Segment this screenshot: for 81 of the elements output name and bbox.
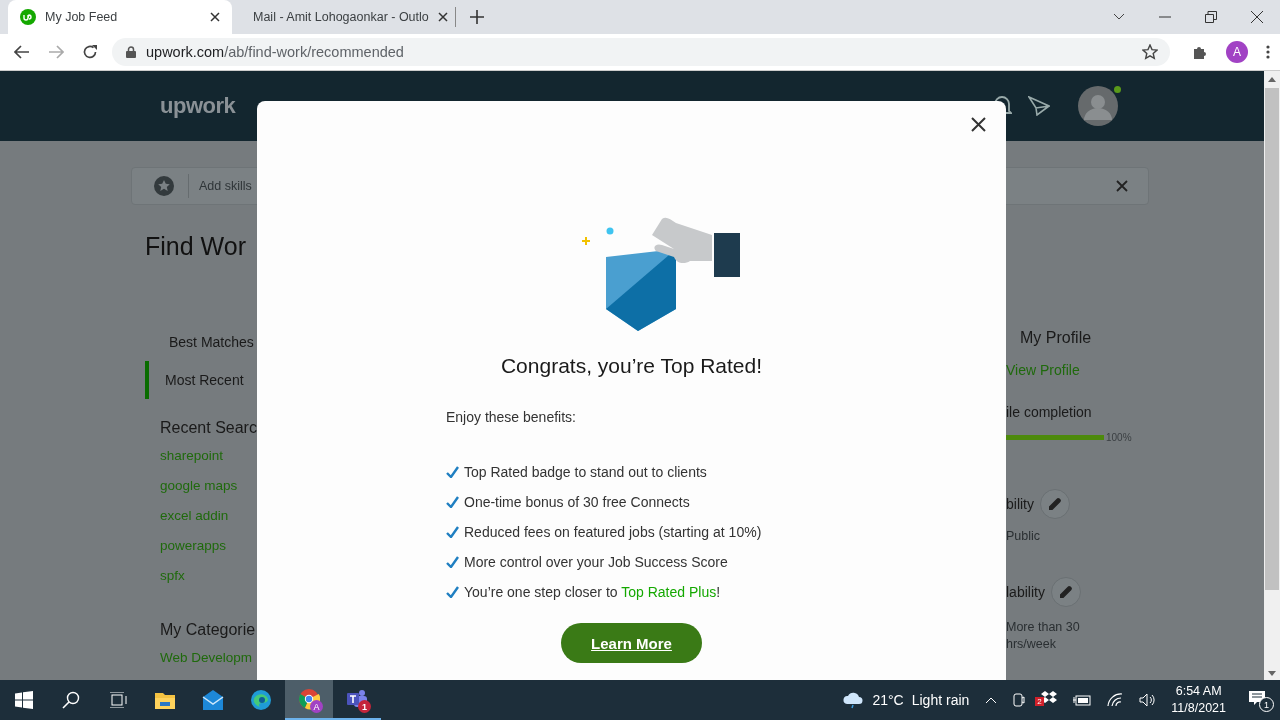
lock-icon xyxy=(126,46,136,58)
battery-icon[interactable] xyxy=(1073,694,1092,706)
edge-icon xyxy=(250,689,272,711)
benefit-text: Reduced fees on featured jobs (starting at 10%) xyxy=(464,524,762,540)
upwork-logo[interactable]: upwork xyxy=(160,93,236,119)
profile-badge: A xyxy=(310,700,323,713)
edit-button[interactable] xyxy=(1040,489,1070,519)
wifi-icon[interactable] xyxy=(1107,693,1124,707)
setting-label: bility xyxy=(1006,496,1034,512)
setting-value: More than 30 xyxy=(1006,620,1081,634)
clock-date[interactable]: 11/8/2021 xyxy=(1171,700,1226,717)
plus-icon[interactable] xyxy=(470,10,484,24)
chevron-down-icon[interactable] xyxy=(1113,13,1125,21)
url-text: upwork.com/ab/find-work/recommended xyxy=(146,44,405,60)
check-icon xyxy=(446,466,459,478)
browser-tab[interactable]: My Job Feed xyxy=(8,0,232,34)
close-icon[interactable] xyxy=(971,117,986,132)
section-title: My Categorie xyxy=(160,621,257,639)
tab-title: My Job Feed xyxy=(45,10,119,24)
check-icon xyxy=(446,526,459,538)
benefit-text: You’re one step closer to Top Rated Plus! xyxy=(464,584,721,600)
speaker-icon[interactable] xyxy=(1139,693,1156,707)
avatar-icon[interactable] xyxy=(1078,86,1118,126)
star-badge-icon xyxy=(154,176,174,196)
more-icon[interactable] xyxy=(1266,45,1270,59)
star-icon[interactable] xyxy=(1142,44,1158,60)
intro-text: Enjoy these benefits: xyxy=(446,409,577,425)
paper-plane-icon[interactable] xyxy=(1028,96,1050,116)
back-icon[interactable] xyxy=(14,45,30,59)
benefit-text: One-time bonus of 30 free Connects xyxy=(464,494,690,510)
search-icon[interactable] xyxy=(62,691,80,709)
learn-more-button[interactable]: Learn More xyxy=(561,623,702,663)
setting-value: Public xyxy=(1006,529,1042,543)
skills-prompt: Add skills xyxy=(188,174,252,198)
benefit-text: Top Rated badge to stand out to clients xyxy=(464,464,707,480)
profile-avatar[interactable]: A xyxy=(1226,41,1248,63)
check-icon xyxy=(446,496,459,508)
pencil-icon xyxy=(1049,498,1061,510)
browser-tab[interactable]: Mail - Amit Lohogaonkar - Outlo xyxy=(232,7,456,27)
close-icon[interactable] xyxy=(1251,11,1263,23)
chevron-up-icon[interactable] xyxy=(985,696,998,704)
tab-title: Mail - Amit Lohogaonkar - Outlo xyxy=(253,10,429,24)
envelope-icon xyxy=(202,689,224,711)
notification-badge: 1 xyxy=(358,700,371,713)
camera-icon[interactable] xyxy=(1013,692,1026,708)
check-icon xyxy=(446,586,459,598)
scroll-down-icon xyxy=(1268,671,1276,676)
address-bar[interactable]: upwork.com/ab/find-work/recommended xyxy=(112,38,1170,66)
profile-title: My Profile xyxy=(1020,329,1093,347)
clock-time[interactable]: 6:54 AM xyxy=(1175,683,1222,700)
close-icon[interactable] xyxy=(210,12,220,22)
setting-label: lability xyxy=(1006,584,1045,600)
scrollbar[interactable] xyxy=(1264,71,1280,680)
pencil-icon xyxy=(1059,586,1072,598)
scroll-up-icon xyxy=(1268,77,1276,82)
taskbar-app[interactable]: 1 xyxy=(333,680,381,720)
task-view-icon[interactable] xyxy=(109,692,127,708)
close-icon[interactable] xyxy=(437,12,448,22)
setting-value: hrs/week xyxy=(1006,637,1058,651)
notification-badge: 2 xyxy=(1035,697,1044,706)
completion-label: ile completion xyxy=(1006,404,1093,420)
restore-icon[interactable] xyxy=(1205,11,1217,23)
online-dot xyxy=(1114,86,1121,93)
notification-count: 1 xyxy=(1259,697,1274,712)
edit-button[interactable] xyxy=(1050,577,1081,607)
weather-temp[interactable]: 21°C xyxy=(872,692,904,708)
upwork-icon xyxy=(20,9,36,25)
windows-start-icon[interactable] xyxy=(15,691,33,709)
section-title: Recent Searc xyxy=(160,419,257,437)
benefit-text: More control over your Job Success Score xyxy=(464,554,728,570)
cloud-rain-icon[interactable] xyxy=(842,691,865,709)
puzzle-icon[interactable] xyxy=(1192,44,1208,60)
dialog-title: Congrats, you’re Top Rated! xyxy=(500,354,763,378)
weather-text[interactable]: Light rain xyxy=(911,692,970,708)
taskbar-app[interactable]: A xyxy=(285,680,333,720)
feed-tab[interactable]: Best Matches xyxy=(145,323,257,361)
check-icon xyxy=(446,556,459,568)
scrollbar-thumb[interactable] xyxy=(1265,88,1279,590)
reload-icon[interactable] xyxy=(82,44,98,60)
dropbox-icon[interactable] xyxy=(1041,691,1058,705)
page-heading: Find Wor xyxy=(145,232,247,261)
